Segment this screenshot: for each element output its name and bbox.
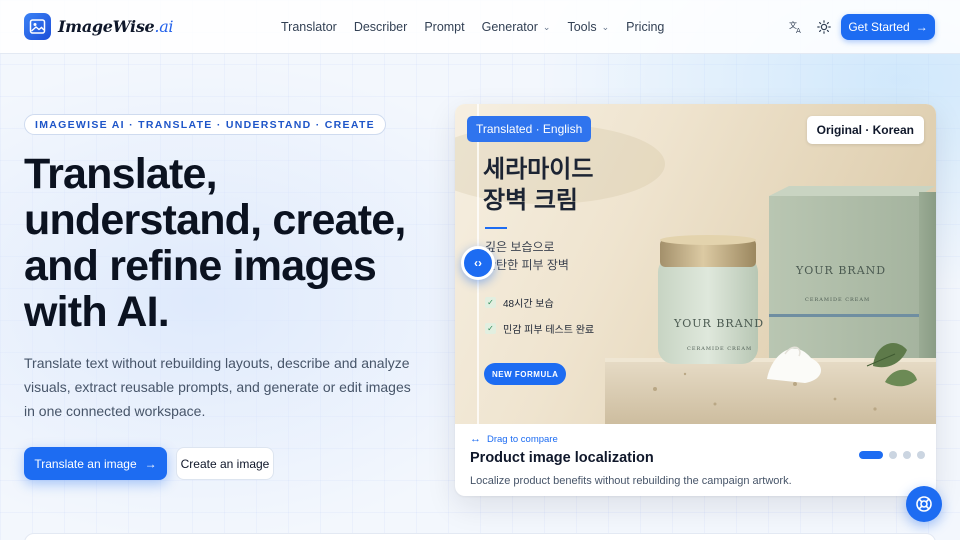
hero-eyebrow-tag: IMAGEWISE AI · TRANSLATE · UNDERSTAND · … xyxy=(24,114,386,135)
box-brand-text: YOUR BRAND xyxy=(796,264,887,277)
nav-item-tools[interactable]: Tools ⌄ xyxy=(567,20,609,34)
hero-subtext: Translate text without rebuilding layout… xyxy=(24,355,411,419)
translate-image-button[interactable]: Translate an image → xyxy=(24,447,167,480)
nav-item-pricing[interactable]: Pricing xyxy=(626,20,664,34)
main-menu: Translator Describer Prompt Generator ⌄ T… xyxy=(281,0,681,54)
translate-icon[interactable]: 文 A xyxy=(787,18,805,36)
arrows-horizontal-icon: ↔ xyxy=(470,433,481,445)
card-description: Localize product benefits without rebuil… xyxy=(470,475,792,487)
new-formula-badge: NEW FORMULA xyxy=(484,363,567,385)
carousel-dot-2[interactable] xyxy=(889,451,897,459)
chevron-down-icon: ⌄ xyxy=(542,21,551,32)
image-logo-icon xyxy=(24,13,51,40)
nav-item-prompt[interactable]: Prompt xyxy=(424,20,464,34)
nav-item-translator[interactable]: Translator xyxy=(281,20,337,34)
jar-brand-text: YOUR BRAND xyxy=(674,317,765,330)
nav-icon-group: 文 A xyxy=(787,18,843,36)
arrow-right-icon: → xyxy=(915,20,928,34)
original-label-pill: Original · Korean xyxy=(806,116,924,144)
carousel-dot-1[interactable] xyxy=(859,451,883,459)
help-chat-button[interactable] xyxy=(906,486,942,522)
image-check-item: ✓ 민감 피부 테스트 완료 xyxy=(485,321,594,336)
arrow-right-icon: → xyxy=(144,456,157,471)
brand-name: ImageWise.ai xyxy=(58,17,174,36)
carousel-dots xyxy=(853,451,925,459)
carousel-dot-3[interactable] xyxy=(903,451,911,459)
nav-item-generator[interactable]: Generator ⌄ xyxy=(482,20,551,34)
showcase-card: YOUR BRAND CERAMIDE CREAM YOUR BRAND CER… xyxy=(455,104,936,496)
check-icon: ✓ xyxy=(485,323,496,334)
top-navbar: ImageWise.ai Translator Describer Prompt… xyxy=(0,0,960,54)
drag-hint: ↔ Drag to compare xyxy=(470,433,558,445)
brand-logo[interactable]: ImageWise.ai xyxy=(24,13,174,40)
hero-headline: Translate, understand, create, and refin… xyxy=(24,150,406,336)
image-korean-subtitle: 깊은 보습으로 탄탄한 피부 장벽 xyxy=(485,240,569,272)
comparison-image[interactable]: YOUR BRAND CERAMIDE CREAM YOUR BRAND CER… xyxy=(455,104,936,424)
sun-icon[interactable] xyxy=(815,18,833,36)
box-subtext: CERAMIDE CREAM xyxy=(805,297,871,303)
create-image-button[interactable]: Create an image xyxy=(176,447,274,480)
chevron-down-icon: ⌄ xyxy=(601,21,610,32)
svg-text:A: A xyxy=(796,27,801,34)
code-arrows-icon: ‹› xyxy=(474,256,482,270)
image-check-item: ✓ 48시간 보습 xyxy=(485,295,554,310)
next-section-panel xyxy=(24,533,936,540)
title-accent-line xyxy=(485,227,507,229)
jar-subtext: CERAMIDE CREAM xyxy=(687,346,753,352)
lifebuoy-icon xyxy=(916,496,932,512)
check-icon: ✓ xyxy=(485,297,496,308)
compare-handle[interactable]: ‹› xyxy=(461,246,495,280)
translated-label-pill: Translated · English xyxy=(467,116,592,142)
image-korean-title: 세라마이드 장벽 크림 xyxy=(483,156,594,214)
card-footer: ↔ Drag to compare Product image localiza… xyxy=(470,433,925,487)
carousel-dot-4[interactable] xyxy=(917,451,925,459)
nav-item-describer[interactable]: Describer xyxy=(354,20,408,34)
get-started-button[interactable]: Get Started → xyxy=(841,14,935,40)
